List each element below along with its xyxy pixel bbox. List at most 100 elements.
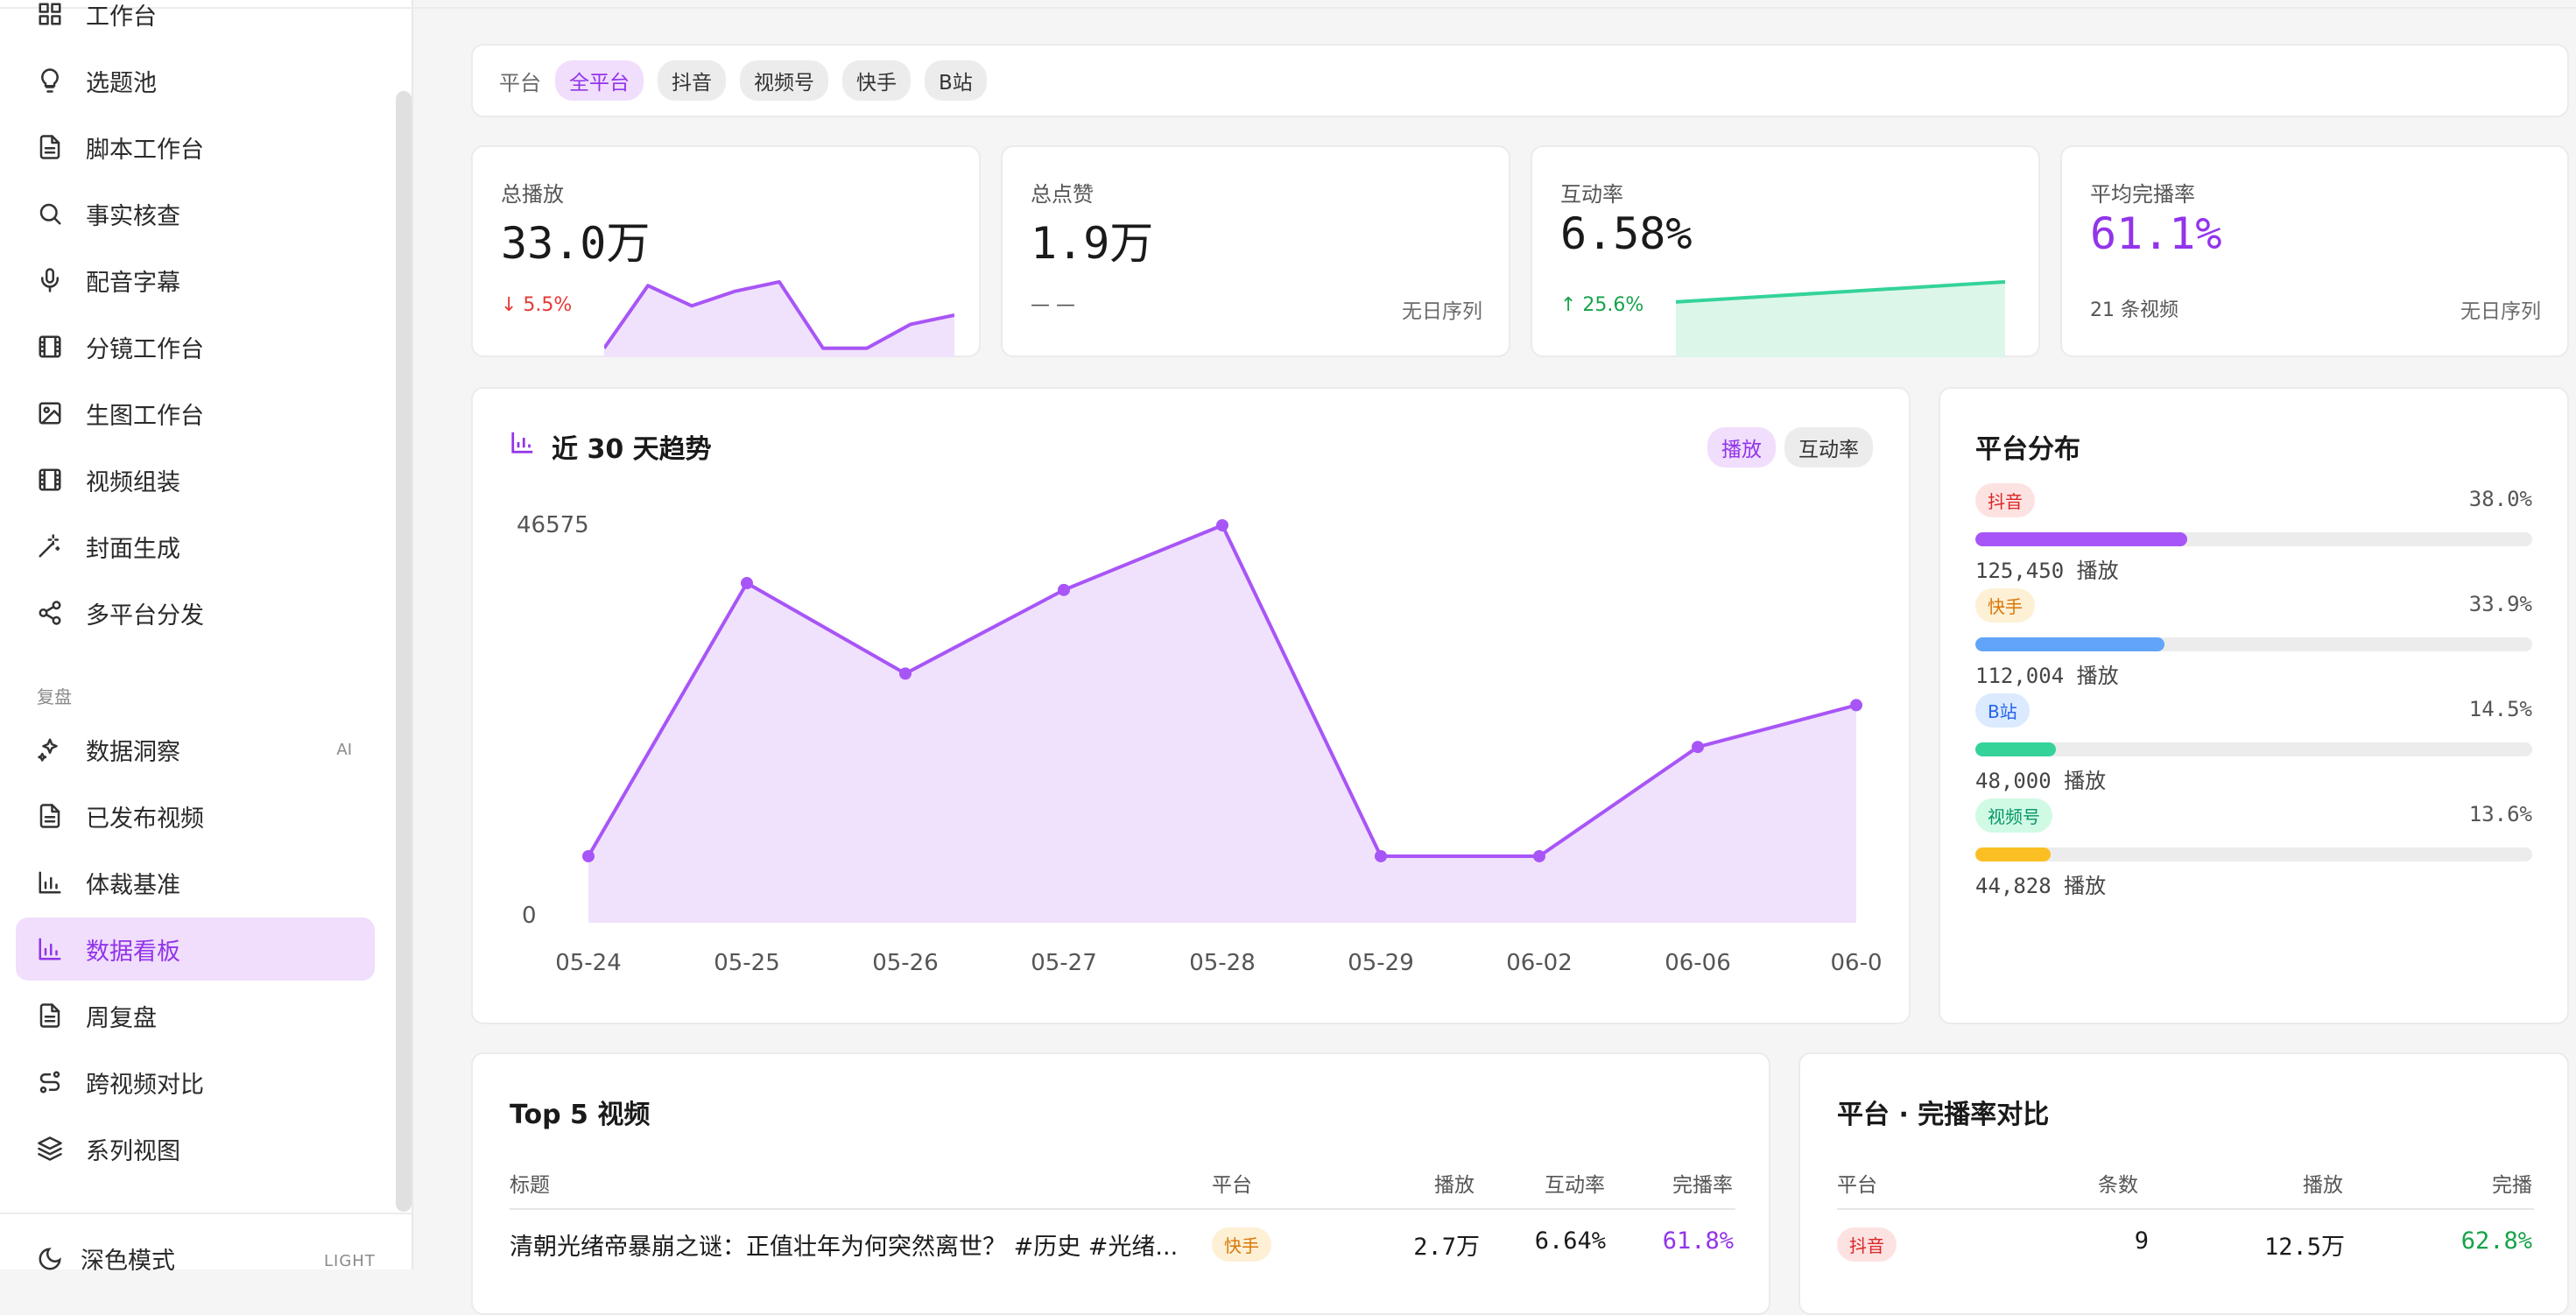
- document-icon: [37, 134, 63, 160]
- platform-badge: 快手: [1975, 588, 2035, 622]
- platform-filter-bar: 平台 全平台 抖音 视频号 快手 B站: [471, 44, 2569, 117]
- data-point[interactable]: [1216, 519, 1228, 531]
- filter-chip-shipinhao[interactable]: 视频号: [740, 60, 828, 101]
- filter-chip-douyin[interactable]: 抖音: [658, 60, 726, 101]
- platform-plays-value: 48,000: [1975, 769, 2052, 793]
- platform-share-percent: 13.6%: [2468, 802, 2532, 826]
- x-tick-label: 06-02: [1506, 950, 1573, 976]
- sidebar-item-label: 视频组装: [86, 468, 180, 496]
- col-header-engagement: 互动率: [1545, 1174, 1605, 1197]
- y-tick-label: 46575: [517, 512, 589, 538]
- sidebar-item-label: 数据看板: [86, 938, 180, 966]
- filter-chip-bilibili[interactable]: B站: [925, 60, 987, 101]
- kpi-delta-down: ↓ 5.5%: [501, 294, 573, 316]
- sidebar-item[interactable]: 工作台: [16, 0, 375, 46]
- data-point[interactable]: [1058, 583, 1070, 596]
- platform-plays-value: 125,450: [1975, 559, 2065, 583]
- x-tick-label: 05-27: [1031, 950, 1097, 976]
- kpi-card-plays: 总播放 33.0万 ↓ 5.5%: [471, 145, 981, 357]
- filter-chip-all[interactable]: 全平台: [555, 60, 644, 101]
- kpi-label: 平均完播率: [2090, 182, 2195, 207]
- plays-area: [588, 525, 1856, 923]
- sidebar-item[interactable]: 系列视图: [16, 1117, 375, 1180]
- sidebar-item[interactable]: 封面生成: [16, 515, 375, 578]
- data-point[interactable]: [899, 667, 911, 680]
- kpi-value: 6.58%: [1560, 208, 1693, 259]
- microphone-icon: [37, 267, 63, 293]
- sidebar: 工作台选题池脚本工作台事实核查配音字幕分镜工作台生图工作台视频组装封面生成 多平台…: [0, 0, 413, 1275]
- kpi-card-engagement: 互动率 6.58% ↑ 25.6%: [1531, 145, 2040, 357]
- sidebar-item-label: 跨视频对比: [86, 1071, 204, 1099]
- platform-share-bar-fill: [1975, 637, 2164, 651]
- sidebar-item-label: 周复盘: [86, 1004, 157, 1032]
- ai-badge: AI: [336, 740, 352, 759]
- sidebar-item[interactable]: 数据洞察 AI: [16, 718, 375, 781]
- platform-share-percent: 33.9%: [2468, 592, 2532, 616]
- sidebar-item-label: 选题池: [86, 69, 157, 97]
- sidebar-item[interactable]: 跨视频对比: [16, 1051, 375, 1114]
- x-tick-label: 05-28: [1189, 950, 1256, 976]
- sidebar-item-label: 已发布视频: [86, 805, 204, 833]
- trend-chart-card: 近 30 天趋势 播放 互动率 05-24 05-25 05-26 05-27 05-2…: [471, 387, 1911, 1024]
- magic-wand-icon: [37, 533, 63, 559]
- sidebar-item[interactable]: 已发布视频: [16, 784, 375, 847]
- platform-badge: 抖音: [1837, 1227, 1897, 1262]
- filter-chip-kuaishou[interactable]: 快手: [842, 60, 911, 101]
- platform-share-bar: [1975, 532, 2532, 546]
- kpi-video-count: 21 条视频: [2090, 299, 2178, 321]
- sidebar-item[interactable]: 数据看板: [16, 918, 375, 981]
- sidebar-item[interactable]: 体裁基准: [16, 851, 375, 914]
- platform-plays-unit: 播放: [2064, 769, 2107, 793]
- platform-plays: 112,004 播放: [1975, 658, 2119, 689]
- kpi-note: 无日序列: [1402, 300, 1482, 323]
- col-header-plays: 播放: [2303, 1174, 2343, 1197]
- sidebar-item[interactable]: 分镜工作台: [16, 315, 375, 378]
- sidebar-item-label: 事实核查: [86, 202, 180, 230]
- sidebar-item[interactable]: 视频组装: [16, 448, 375, 511]
- platform-badge: B站: [1975, 693, 2030, 728]
- top5-title: Top 5 视频: [510, 1100, 651, 1130]
- sidebar-item[interactable]: 生图工作台: [16, 382, 375, 445]
- x-tick-label: 06-06: [1665, 950, 1731, 976]
- kpi-label: 互动率: [1560, 182, 1623, 207]
- col-header-completion: 完播: [2492, 1174, 2532, 1197]
- top5-card: Top 5 视频 标题 平台 播放 互动率 完播率 清朝光绪帝暴崩之谜：正值壮年…: [471, 1052, 1770, 1315]
- kpi-card-completion: 平均完播率 61.1% 21 条视频 无日序列: [2060, 145, 2569, 357]
- dark-mode-toggle[interactable]: 深色模式: [37, 1241, 175, 1276]
- platform-badge: 视频号: [1975, 798, 2052, 833]
- sidebar-item[interactable]: 周复盘: [16, 984, 375, 1047]
- data-point[interactable]: [1533, 849, 1545, 862]
- layers-icon: [37, 1136, 63, 1162]
- data-point[interactable]: [741, 577, 753, 590]
- header-divider: [510, 1208, 1735, 1210]
- sidebar-item[interactable]: 配音字幕: [16, 249, 375, 312]
- completion-compare-card: 平台 · 完播率对比 平台 条数 播放 完播 抖音 9 12.5万 62.8%: [1798, 1052, 2569, 1315]
- data-point[interactable]: [582, 849, 595, 862]
- sidebar-item[interactable]: 多平台分发: [16, 581, 375, 644]
- bar-chart-icon: [37, 936, 63, 962]
- col-header-completion: 完播率: [1672, 1174, 1733, 1197]
- y-tick-label: 0: [522, 903, 537, 929]
- sidebar-item-label: 配音字幕: [86, 269, 180, 297]
- platform-share-bar-fill: [1975, 532, 2187, 546]
- platform-plays-unit: 播放: [2076, 559, 2119, 583]
- sidebar-item[interactable]: 脚本工作台: [16, 116, 375, 179]
- filter-label: 平台: [499, 70, 541, 95]
- data-point[interactable]: [1850, 699, 1862, 712]
- completion-value: 61.8%: [1662, 1227, 1734, 1255]
- kpi-card-likes: 总点赞 1.9万 — — 无日序列: [1001, 145, 1510, 357]
- video-title-link[interactable]: 清朝光绪帝暴崩之谜：正值壮年为何突然离世？ #历史 #光绪...: [510, 1227, 1193, 1262]
- sparkline-area: [604, 282, 954, 357]
- film-icon: [37, 334, 63, 360]
- data-point[interactable]: [1375, 849, 1387, 862]
- sidebar-item-label: 分镜工作台: [86, 335, 204, 363]
- data-point[interactable]: [1692, 741, 1704, 754]
- sidebar-item[interactable]: 事实核查: [16, 182, 375, 245]
- distribution-title: 平台分布: [1975, 434, 2080, 465]
- sidebar-item[interactable]: 选题池: [16, 49, 375, 112]
- sidebar-item-label: 数据洞察: [86, 738, 180, 766]
- platform-share-percent: 38.0%: [2468, 487, 2532, 511]
- sidebar-item-label: 工作台: [86, 3, 157, 31]
- dark-mode-label: 深色模式: [81, 1248, 175, 1275]
- sidebar-scrollbar[interactable]: [396, 91, 412, 1212]
